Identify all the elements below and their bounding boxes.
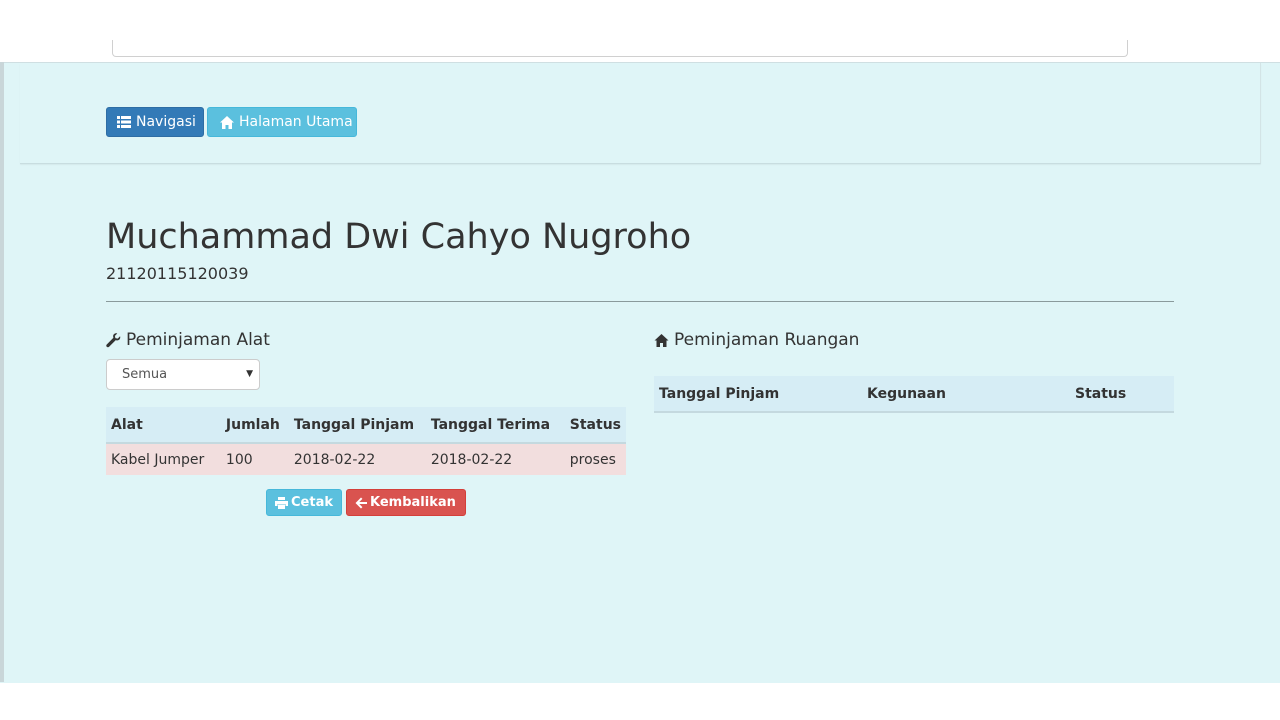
equipment-loans-table: Alat Jumlah Tanggal Pinjam Tanggal Terim… bbox=[106, 407, 626, 475]
room-loans-heading: Peminjaman Ruangan bbox=[654, 328, 859, 352]
print-button-label: Cetak bbox=[291, 495, 333, 510]
table-cell: 2018-02-22 bbox=[425, 443, 565, 475]
table-header-row: Tanggal Pinjam Kegunaan Status bbox=[654, 376, 1174, 413]
column-header: Alat bbox=[106, 407, 221, 444]
print-icon bbox=[275, 496, 288, 509]
navigation-button-label: Navigasi bbox=[136, 114, 196, 130]
column-header: Tanggal Pinjam bbox=[288, 407, 426, 444]
table-header-row: Alat Jumlah Tanggal Pinjam Tanggal Terim… bbox=[106, 407, 626, 444]
home-icon bbox=[654, 333, 669, 347]
room-loans-table: Tanggal Pinjam Kegunaan Status bbox=[654, 376, 1174, 413]
return-button-label: Kembalikan bbox=[370, 495, 456, 510]
home-button-label: Halaman Utama bbox=[239, 114, 353, 130]
return-button[interactable]: Kembalikan bbox=[346, 489, 466, 516]
column-header: Kegunaan bbox=[862, 376, 1070, 413]
column-header: Jumlah bbox=[220, 407, 289, 444]
loan-filter-select[interactable]: Semua ▼ bbox=[106, 359, 260, 390]
home-button[interactable]: Halaman Utama bbox=[207, 107, 357, 137]
equipment-loans-heading: Peminjaman Alat bbox=[106, 328, 270, 352]
navbar: Navigasi Halaman Utama bbox=[20, 63, 1261, 164]
print-button[interactable]: Cetak bbox=[266, 489, 342, 516]
navigation-button[interactable]: Navigasi bbox=[106, 107, 204, 137]
wrench-icon bbox=[106, 332, 121, 348]
home-icon bbox=[220, 115, 234, 129]
column-header: Status bbox=[1070, 376, 1174, 413]
left-edge-shadow bbox=[0, 62, 4, 682]
arrow-left-icon bbox=[355, 497, 367, 509]
table-cell: proses bbox=[564, 443, 626, 475]
address-bar[interactable] bbox=[112, 40, 1128, 57]
table-cell: 2018-02-22 bbox=[288, 443, 426, 475]
equipment-loans-heading-text: Peminjaman Alat bbox=[126, 330, 270, 350]
browser-top-area bbox=[0, 0, 1280, 57]
chevron-down-icon: ▼ bbox=[246, 369, 253, 379]
user-name-title: Muchammad Dwi Cahyo Nugroho bbox=[106, 217, 692, 257]
list-icon bbox=[117, 116, 131, 128]
loan-filter-selected-value: Semua bbox=[122, 367, 168, 382]
user-id-number: 21120115120039 bbox=[106, 264, 249, 283]
table-cell: 100 bbox=[220, 443, 289, 475]
column-header: Tanggal Terima bbox=[425, 407, 565, 444]
column-header: Tanggal Pinjam bbox=[654, 376, 862, 413]
table-row[interactable]: Kabel Jumper 100 2018-02-22 2018-02-22 p… bbox=[106, 443, 626, 475]
room-loans-heading-text: Peminjaman Ruangan bbox=[674, 330, 860, 350]
column-header: Status bbox=[564, 407, 626, 444]
table-cell: Kabel Jumper bbox=[106, 443, 221, 475]
divider bbox=[106, 301, 1174, 302]
